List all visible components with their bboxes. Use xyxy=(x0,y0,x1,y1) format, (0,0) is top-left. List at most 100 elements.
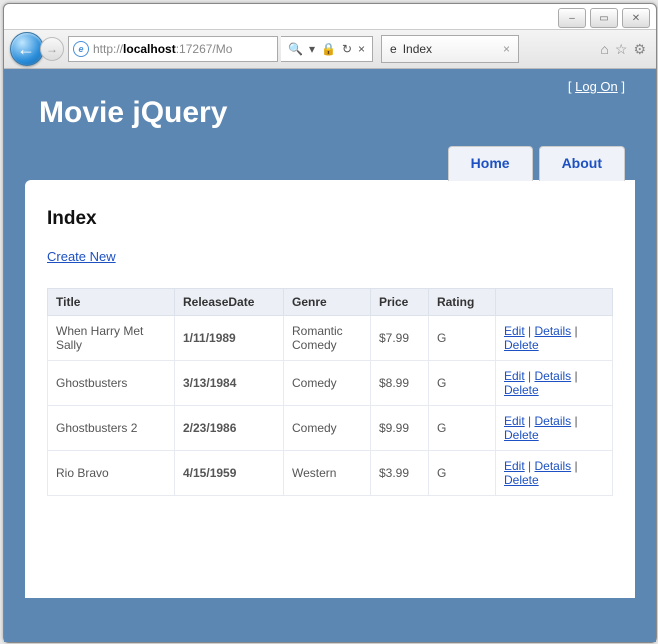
forward-arrow-icon: → xyxy=(46,42,58,56)
action-sep: | xyxy=(525,414,535,428)
cell-price: $3.99 xyxy=(370,451,428,496)
tab-ie-icon: e xyxy=(390,42,397,56)
edit-link[interactable]: Edit xyxy=(504,414,525,428)
tab-strip: e Index × xyxy=(381,35,592,63)
cell-release-date: 3/13/1984 xyxy=(175,361,284,406)
col-genre: Genre xyxy=(283,289,370,316)
cell-genre: Comedy xyxy=(283,406,370,451)
table-header-row: Title ReleaseDate Genre Price Rating xyxy=(48,289,613,316)
settings-icon[interactable]: ⚙ xyxy=(633,41,646,58)
search-icon[interactable]: 🔍 xyxy=(285,42,306,56)
minimize-button[interactable]: – xyxy=(558,8,586,28)
cell-rating: G xyxy=(428,451,495,496)
back-arrow-icon: ← xyxy=(17,39,35,60)
cell-rating: G xyxy=(428,316,495,361)
close-icon: ✕ xyxy=(632,13,640,24)
action-sep: | xyxy=(525,324,535,338)
main-panel: Index Create New Title ReleaseDate Genre… xyxy=(25,180,635,598)
table-row: Ghostbusters3/13/1984Comedy$8.99GEdit | … xyxy=(48,361,613,406)
action-sep: | xyxy=(571,369,577,383)
details-link[interactable]: Details xyxy=(534,369,571,383)
cell-actions: Edit | Details | Delete xyxy=(496,406,613,451)
cell-genre: Comedy xyxy=(283,361,370,406)
forward-button[interactable]: → xyxy=(40,37,64,61)
url-rest: :17267/Mo xyxy=(176,42,233,56)
page-container: [ Log On ] Movie jQuery Home About Index… xyxy=(25,73,635,638)
cell-release-date: 4/15/1959 xyxy=(175,451,284,496)
window-controls: – ▭ ✕ xyxy=(4,4,656,29)
login-bar: [ Log On ] xyxy=(25,73,635,94)
action-sep: | xyxy=(525,459,535,473)
col-title: Title xyxy=(48,289,175,316)
address-bar[interactable]: e http://localhost:17267/Mo xyxy=(68,36,278,62)
page-viewport: [ Log On ] Movie jQuery Home About Index… xyxy=(4,69,656,642)
cell-title: Rio Bravo xyxy=(48,451,175,496)
cell-title: Ghostbusters 2 xyxy=(48,406,175,451)
cell-rating: G xyxy=(428,361,495,406)
stop-icon[interactable]: × xyxy=(355,42,368,56)
restore-icon: ▭ xyxy=(599,13,608,24)
home-icon[interactable]: ⌂ xyxy=(600,41,608,57)
app-title: Movie jQuery xyxy=(39,96,635,130)
cell-price: $9.99 xyxy=(370,406,428,451)
col-release: ReleaseDate xyxy=(175,289,284,316)
cell-actions: Edit | Details | Delete xyxy=(496,316,613,361)
url-prefix: http:// xyxy=(93,42,123,56)
details-link[interactable]: Details xyxy=(534,324,571,338)
delete-link[interactable]: Delete xyxy=(504,383,539,397)
edit-link[interactable]: Edit xyxy=(504,324,525,338)
nav-home[interactable]: Home xyxy=(448,146,533,181)
cell-price: $7.99 xyxy=(370,316,428,361)
edit-link[interactable]: Edit xyxy=(504,369,525,383)
cell-title: Ghostbusters xyxy=(48,361,175,406)
action-sep: | xyxy=(571,459,577,473)
edit-link[interactable]: Edit xyxy=(504,459,525,473)
delete-link[interactable]: Delete xyxy=(504,338,539,352)
favorites-icon[interactable]: ☆ xyxy=(615,41,628,58)
login-bracket-close: ] xyxy=(618,79,625,94)
close-window-button[interactable]: ✕ xyxy=(622,8,650,28)
address-bar-tools: 🔍 ▾ 🔒 ↻ × xyxy=(281,36,373,62)
nav-buttons: ← → xyxy=(10,32,64,66)
ie-logo-icon: e xyxy=(73,41,89,57)
minimize-icon: – xyxy=(569,13,575,24)
back-button[interactable]: ← xyxy=(10,32,44,66)
cell-actions: Edit | Details | Delete xyxy=(496,451,613,496)
action-sep: | xyxy=(571,414,577,428)
create-new-link[interactable]: Create New xyxy=(47,249,116,264)
cell-actions: Edit | Details | Delete xyxy=(496,361,613,406)
nav-about[interactable]: About xyxy=(539,146,625,181)
refresh-icon[interactable]: ↻ xyxy=(339,42,355,56)
page-heading: Index xyxy=(47,208,613,230)
cell-release-date: 2/23/1986 xyxy=(175,406,284,451)
url-host: localhost xyxy=(123,42,176,56)
delete-link[interactable]: Delete xyxy=(504,473,539,487)
col-actions xyxy=(496,289,613,316)
cell-title: When Harry Met Sally xyxy=(48,316,175,361)
delete-link[interactable]: Delete xyxy=(504,428,539,442)
action-sep: | xyxy=(571,324,577,338)
details-link[interactable]: Details xyxy=(534,459,571,473)
lock-icon: 🔒 xyxy=(318,42,339,56)
cell-genre: Romantic Comedy xyxy=(283,316,370,361)
browser-window: – ▭ ✕ ← → e http://localhost:17267/Mo 🔍 … xyxy=(3,3,657,643)
col-rating: Rating xyxy=(428,289,495,316)
action-sep: | xyxy=(525,369,535,383)
cell-rating: G xyxy=(428,406,495,451)
cell-price: $8.99 xyxy=(370,361,428,406)
dropdown-icon[interactable]: ▾ xyxy=(306,42,318,56)
browser-right-icons: ⌂ ☆ ⚙ xyxy=(596,41,650,58)
table-row: Rio Bravo4/15/1959Western$3.99GEdit | De… xyxy=(48,451,613,496)
details-link[interactable]: Details xyxy=(534,414,571,428)
nav-tabs: Home About xyxy=(25,146,625,181)
restore-button[interactable]: ▭ xyxy=(590,8,618,28)
table-row: Ghostbusters 22/23/1986Comedy$9.99GEdit … xyxy=(48,406,613,451)
cell-release-date: 1/11/1989 xyxy=(175,316,284,361)
browser-toolbar: ← → e http://localhost:17267/Mo 🔍 ▾ 🔒 ↻ … xyxy=(4,29,656,69)
movies-table: Title ReleaseDate Genre Price Rating Whe… xyxy=(47,288,613,496)
browser-tab[interactable]: e Index × xyxy=(381,35,519,63)
logon-link[interactable]: Log On xyxy=(575,79,618,94)
tab-title: Index xyxy=(403,42,432,56)
tab-close-icon[interactable]: × xyxy=(503,42,510,56)
table-row: When Harry Met Sally1/11/1989Romantic Co… xyxy=(48,316,613,361)
